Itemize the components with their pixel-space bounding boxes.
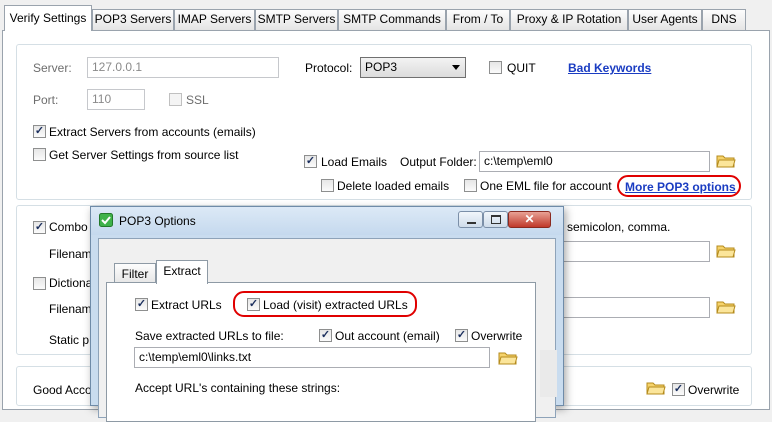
green-check-icon — [99, 213, 113, 227]
delete-loaded-checkbox[interactable] — [321, 179, 334, 192]
combo-label: Combo — [49, 220, 88, 234]
highlight-oval — [617, 175, 741, 197]
main-tab-strip: Verify Settings POP3 Servers IMAP Server… — [0, 0, 772, 31]
delete-loaded-label: Delete loaded emails — [337, 179, 450, 193]
tab-imap-servers[interactable]: IMAP Servers — [174, 9, 255, 30]
accept-urls-label: Accept URL's containing these strings: — [135, 381, 341, 395]
folder-icon[interactable] — [716, 299, 736, 315]
tab-pop3-servers[interactable]: POP3 Servers — [92, 9, 174, 30]
ssl-checkbox[interactable] — [169, 93, 182, 106]
quit-checkbox[interactable] — [489, 61, 502, 74]
quit-label: QUIT — [507, 61, 536, 75]
tab-label: DNS — [711, 12, 737, 26]
folder-icon[interactable] — [716, 153, 736, 169]
minimize-button[interactable] — [458, 211, 483, 228]
load-emails-checkbox[interactable]: ✓ — [304, 155, 317, 168]
server-label: Server: — [33, 61, 72, 75]
folder-icon[interactable] — [498, 350, 518, 366]
port-label: Port: — [33, 93, 59, 107]
chevron-down-icon — [452, 65, 460, 70]
port-field[interactable]: 110 — [87, 89, 145, 110]
tab-label: SMTP Servers — [257, 12, 336, 26]
maximize-icon — [491, 215, 501, 224]
protocol-select[interactable]: POP3 — [360, 57, 466, 78]
maximize-button[interactable] — [483, 211, 508, 228]
dialog-overwrite-label: Overwrite — [471, 329, 523, 343]
folder-icon[interactable] — [716, 243, 736, 259]
get-settings-checkbox[interactable] — [33, 148, 46, 161]
filename-label: Filenam — [49, 247, 92, 261]
extract-servers-checkbox[interactable]: ✓ — [33, 125, 46, 138]
protocol-label: Protocol: — [305, 61, 353, 75]
tab-label: IMAP Servers — [177, 12, 252, 26]
minimize-icon — [467, 222, 476, 224]
tab-label: Filter — [121, 267, 149, 281]
tab-verify-settings[interactable]: Verify Settings — [4, 5, 92, 31]
output-folder-field[interactable]: c:\temp\eml0 — [479, 151, 710, 172]
out-account-checkbox[interactable]: ✓ — [319, 329, 332, 342]
extract-servers-label: Extract Servers from accounts (emails) — [49, 125, 256, 139]
output-folder-label: Output Folder: — [400, 155, 477, 169]
highlight-oval — [233, 291, 417, 317]
extract-urls-label: Extract URLs — [151, 298, 222, 312]
tab-user-agents[interactable]: User Agents — [628, 9, 702, 30]
tab-label: Proxy & IP Rotation — [516, 12, 622, 26]
save-urls-label: Save extracted URLs to file: — [135, 329, 284, 343]
dialog-title: POP3 Options — [119, 214, 196, 228]
scrollbar[interactable] — [540, 350, 557, 397]
one-eml-checkbox[interactable] — [464, 179, 477, 192]
tab-label: Verify Settings — [9, 11, 87, 25]
tab-label: From / To — [452, 12, 504, 26]
tab-label: SMTP Commands — [343, 12, 441, 26]
dictionary-label: Dictiona — [49, 276, 93, 290]
combo-checkbox[interactable]: ✓ — [33, 221, 46, 234]
combo-filename-field[interactable] — [560, 241, 710, 262]
folder-icon[interactable] — [646, 380, 666, 396]
bad-keywords-link[interactable]: Bad Keywords — [568, 61, 651, 75]
get-settings-label: Get Server Settings from source list — [49, 148, 239, 162]
static-label: Static p — [49, 333, 90, 347]
protocol-value: POP3 — [365, 60, 398, 74]
dialog-overwrite-checkbox[interactable]: ✓ — [455, 329, 468, 342]
overwrite-checkbox[interactable]: ✓ — [672, 383, 685, 396]
dialog-tab-extract[interactable]: Extract — [156, 260, 208, 284]
dictionary-filename-field[interactable] — [560, 297, 710, 318]
tab-label: Extract — [163, 264, 201, 278]
close-button[interactable]: ✕ — [508, 211, 551, 228]
tab-label: User Agents — [632, 12, 698, 26]
dictionary-checkbox[interactable] — [33, 277, 46, 290]
dialog-titlebar[interactable]: POP3 Options ✕ — [91, 207, 563, 235]
load-emails-label: Load Emails — [321, 155, 388, 169]
separators-text: semicolon, comma. — [567, 220, 671, 234]
tab-dns[interactable]: DNS — [702, 9, 746, 30]
tab-proxy-ip-rotation[interactable]: Proxy & IP Rotation — [510, 9, 628, 30]
server-field[interactable]: 127.0.0.1 — [87, 57, 279, 78]
dialog-tab-filter[interactable]: Filter — [114, 263, 156, 284]
extract-urls-checkbox[interactable]: ✓ — [135, 298, 148, 311]
ssl-label: SSL — [186, 93, 209, 107]
tab-smtp-commands[interactable]: SMTP Commands — [338, 9, 446, 30]
save-urls-file-field[interactable]: c:\temp\eml0\links.txt — [134, 347, 490, 368]
overwrite-label: Overwrite — [688, 383, 740, 397]
pop3-options-dialog: POP3 Options ✕ Filter Extract ✓ Extract … — [90, 206, 564, 422]
one-eml-label: One EML file for account — [480, 179, 612, 193]
tab-smtp-servers[interactable]: SMTP Servers — [255, 9, 338, 30]
close-icon: ✕ — [524, 212, 535, 226]
out-account-label: Out account (email) — [335, 329, 440, 343]
filename-label: Filenam — [49, 302, 92, 316]
good-accounts-label: Good Acco — [33, 383, 92, 397]
tab-label: POP3 Servers — [94, 12, 172, 26]
tab-from-to[interactable]: From / To — [446, 9, 510, 30]
